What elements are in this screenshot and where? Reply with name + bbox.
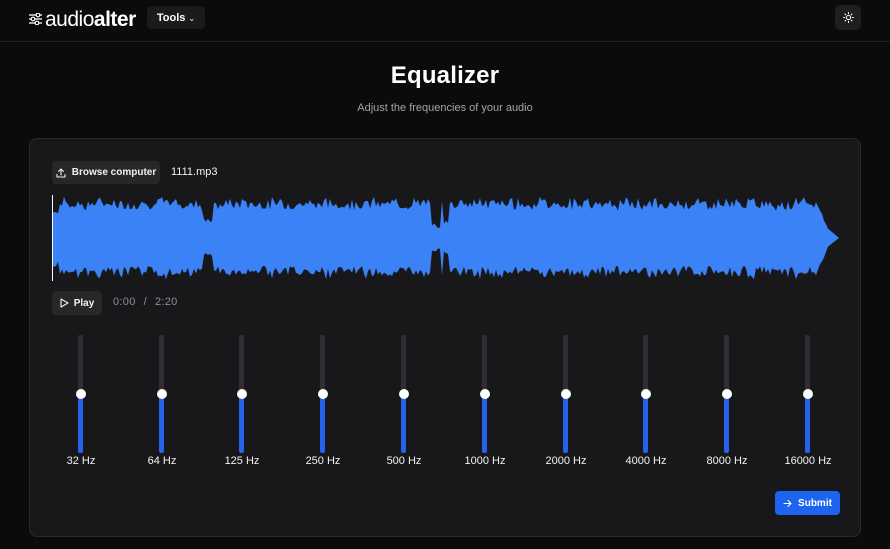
- eq-slider-thumb[interactable]: [237, 389, 247, 399]
- eq-slider-fill: [724, 394, 729, 453]
- eq-band-label: 125 Hz: [224, 455, 260, 467]
- tools-menu-button[interactable]: Tools ⌄: [147, 6, 205, 29]
- tools-label: Tools: [156, 11, 186, 24]
- eq-slider-thumb[interactable]: [480, 389, 490, 399]
- play-label: Play: [73, 297, 95, 309]
- page-title: Equalizer: [390, 62, 500, 89]
- eq-slider-fill: [401, 394, 406, 453]
- eq-slider-thumb[interactable]: [722, 389, 732, 399]
- theme-toggle-button[interactable]: [835, 5, 861, 30]
- eq-slider-thumb[interactable]: [318, 389, 328, 399]
- eq-band[interactable]: 2000 Hz: [526, 335, 606, 475]
- eq-band-label: 16000 Hz: [784, 455, 832, 467]
- sliders-icon: [29, 13, 42, 25]
- eq-slider-fill: [159, 394, 164, 453]
- duration: 2:20: [154, 296, 178, 308]
- eq-slider-fill: [482, 394, 487, 453]
- current-time: 0:00: [113, 296, 136, 308]
- eq-band[interactable]: 125 Hz: [202, 335, 282, 475]
- waveform-graphic: [52, 195, 839, 281]
- eq-slider-fill: [320, 394, 325, 453]
- eq-slider-fill: [805, 394, 810, 453]
- eq-slider-thumb[interactable]: [561, 389, 571, 399]
- upload-icon: [56, 167, 66, 178]
- eq-slider-thumb[interactable]: [803, 389, 813, 399]
- eq-band[interactable]: 32 Hz: [41, 335, 121, 475]
- eq-slider-thumb[interactable]: [399, 389, 409, 399]
- arrow-right-icon: [783, 499, 792, 507]
- eq-band-label: 500 Hz: [386, 455, 422, 467]
- eq-band-label: 1000 Hz: [464, 455, 506, 467]
- eq-band[interactable]: 16000 Hz: [768, 335, 848, 475]
- eq-band-label: 64 Hz: [147, 455, 177, 467]
- browse-computer-button[interactable]: Browse computer: [52, 161, 160, 184]
- waveform-shape: [52, 196, 839, 280]
- logo[interactable]: audioalter: [29, 6, 136, 32]
- waveform[interactable]: [52, 195, 842, 281]
- play-button[interactable]: Play: [52, 291, 102, 315]
- eq-slider-thumb[interactable]: [641, 389, 651, 399]
- equalizer-card: Browse computer 1111.mp3 Play 0:00/2:20 …: [29, 138, 861, 537]
- eq-band-label: 2000 Hz: [545, 455, 587, 467]
- eq-band-label: 4000 Hz: [625, 455, 667, 467]
- eq-slider-fill: [563, 394, 568, 453]
- file-name: 1111.mp3: [171, 166, 218, 178]
- eq-band-label: 8000 Hz: [706, 455, 748, 467]
- eq-band[interactable]: 500 Hz: [364, 335, 444, 475]
- eq-slider-thumb[interactable]: [76, 389, 86, 399]
- eq-band-label: 250 Hz: [305, 455, 341, 467]
- chevron-down-icon: ⌄: [188, 13, 196, 23]
- browse-label: Browse computer: [71, 167, 157, 178]
- playback-time: 0:00 / 2:20: [113, 296, 178, 308]
- eq-band-label: 32 Hz: [66, 455, 96, 467]
- eq-slider-fill: [78, 394, 83, 453]
- logo-text: audioalter: [45, 7, 136, 31]
- eq-slider-fill: [239, 394, 244, 453]
- page-subtitle: Adjust the frequencies of your audio: [357, 102, 533, 114]
- eq-band[interactable]: 4000 Hz: [606, 335, 686, 475]
- submit-button[interactable]: Submit: [775, 491, 840, 515]
- play-icon: [60, 298, 69, 308]
- eq-band[interactable]: 1000 Hz: [445, 335, 525, 475]
- eq-band[interactable]: 250 Hz: [283, 335, 363, 475]
- eq-slider-thumb[interactable]: [157, 389, 167, 399]
- submit-label: Submit: [798, 497, 832, 509]
- eq-band[interactable]: 8000 Hz: [687, 335, 767, 475]
- sun-icon: [842, 12, 854, 23]
- eq-band[interactable]: 64 Hz: [122, 335, 202, 475]
- top-navbar: audioalter Tools ⌄: [0, 0, 890, 42]
- time-separator: /: [143, 296, 147, 308]
- eq-slider-fill: [643, 394, 648, 453]
